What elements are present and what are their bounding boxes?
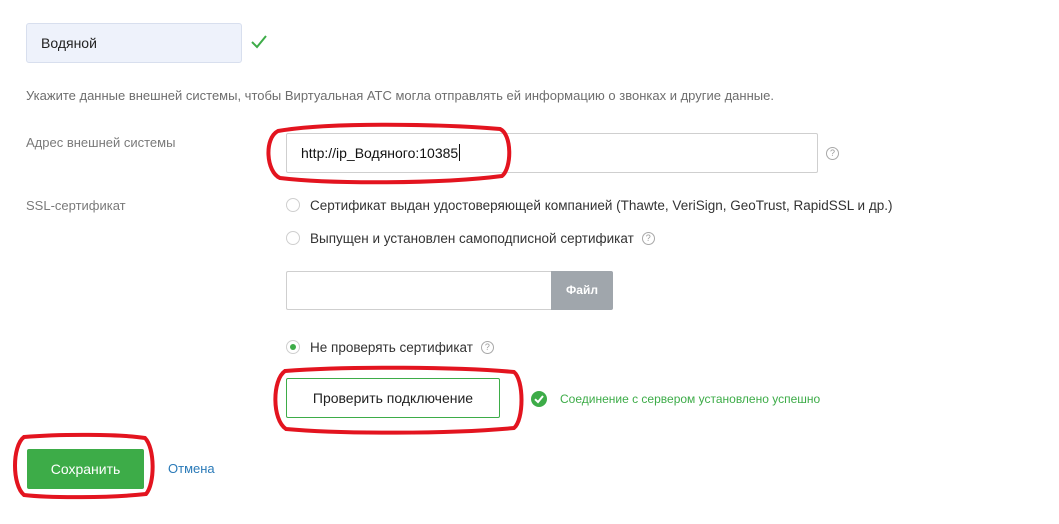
ssl-option-self-signed-label: Выпущен и установлен самоподписной серти… — [310, 230, 634, 246]
address-label: Адрес внешней системы — [26, 135, 176, 150]
ssl-option-ca[interactable]: Сертификат выдан удостоверяющей компание… — [286, 196, 892, 214]
ssl-option-ca-label: Сертификат выдан удостоверяющей компание… — [310, 197, 893, 213]
certificate-file-input[interactable] — [286, 271, 552, 310]
integration-settings-form: Водяной Укажите данные внешней системы, … — [0, 0, 1059, 524]
connection-status-text: Соединение с сервером установлено успешн… — [560, 392, 821, 406]
radio-ca-certificate[interactable] — [286, 198, 300, 212]
address-input[interactable]: http://ip_Водяного:10385 — [286, 133, 818, 173]
ssl-option-self-signed[interactable]: Выпущен и установлен самоподписной серти… — [286, 229, 655, 247]
ssl-option-no-verify[interactable]: Не проверять сертификат ? — [286, 338, 494, 356]
address-help-icon[interactable]: ? — [826, 147, 839, 160]
text-caret — [459, 144, 461, 161]
no-verify-help-icon[interactable]: ? — [480, 340, 494, 354]
external-system-hint: Укажите данные внешней системы, чтобы Ви… — [26, 88, 774, 103]
cancel-link[interactable]: Отмена — [168, 461, 215, 476]
ssl-option-no-verify-label: Не проверять сертификат — [310, 339, 473, 355]
valid-check-icon — [251, 35, 267, 49]
file-button[interactable]: Файл — [551, 271, 613, 310]
integration-name-input[interactable]: Водяной — [26, 23, 242, 63]
success-check-icon — [531, 391, 547, 407]
self-signed-help-icon[interactable]: ? — [641, 231, 655, 245]
red-annotation-overlay — [13, 122, 524, 500]
ssl-label: SSL-сертификат — [26, 198, 126, 213]
save-button[interactable]: Сохранить — [27, 449, 144, 489]
address-value: http://ip_Водяного:10385 — [301, 145, 459, 161]
radio-self-signed[interactable] — [286, 231, 300, 245]
radio-no-verify[interactable] — [286, 340, 300, 354]
check-connection-button[interactable]: Проверить подключение — [286, 378, 500, 418]
